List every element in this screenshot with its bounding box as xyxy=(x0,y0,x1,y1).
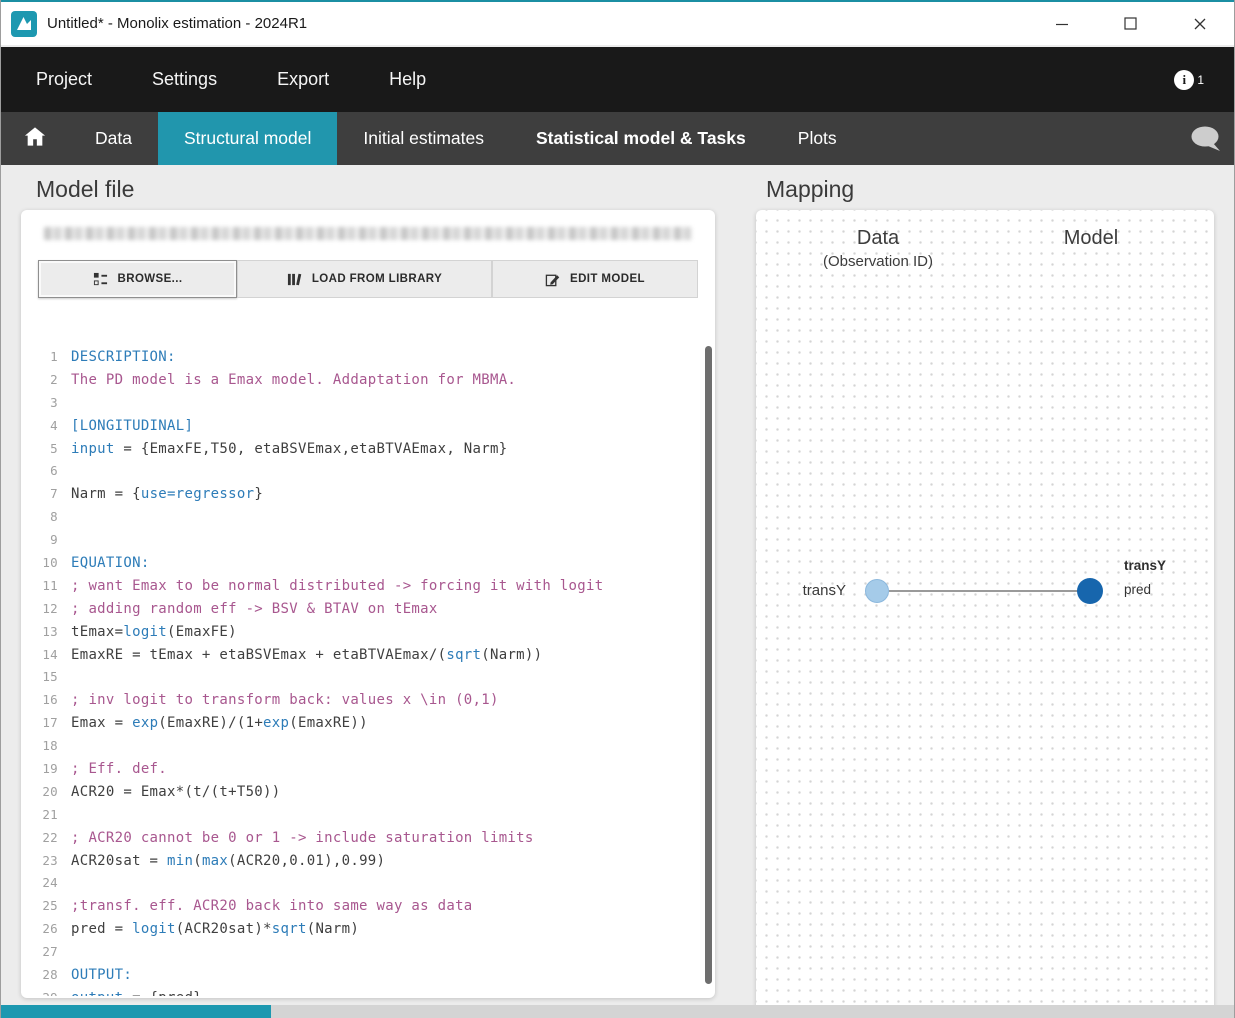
close-button[interactable] xyxy=(1165,2,1234,45)
code-line: 10EQUATION: xyxy=(21,552,715,575)
code-line: 19; Eff. def. xyxy=(21,758,715,781)
code-editor[interactable]: 1DESCRIPTION:2The PD model is a Emax mod… xyxy=(21,342,715,996)
tab-data[interactable]: Data xyxy=(69,112,158,165)
code-line: 24 xyxy=(21,872,715,895)
model-file-path-redacted xyxy=(44,227,692,240)
mapping-model-name: transY xyxy=(1124,558,1166,573)
main-content: Model file BROWSE... LOAD FROM LIBRARY xyxy=(1,165,1234,1005)
tab-structural-model[interactable]: Structural model xyxy=(158,112,337,165)
mapping-model-column-header: Model xyxy=(1026,227,1156,250)
model-file-heading: Model file xyxy=(36,176,134,203)
code-line: 29output = {pred} xyxy=(21,987,715,996)
load-from-library-button[interactable]: LOAD FROM LIBRARY xyxy=(237,260,492,298)
mapping-data-node[interactable] xyxy=(865,579,889,603)
mapping-model-labels: transY pred xyxy=(1124,558,1166,597)
tab-home[interactable] xyxy=(1,112,69,165)
code-line: 21 xyxy=(21,804,715,827)
mapping-model-output: pred xyxy=(1124,582,1166,597)
code-line: 11; want Emax to be normal distributed -… xyxy=(21,575,715,598)
menu-project[interactable]: Project xyxy=(6,47,122,112)
info-icon[interactable]: i xyxy=(1174,70,1194,90)
code-line: 6 xyxy=(21,460,715,483)
mapping-data-label: transY xyxy=(756,582,846,599)
menu-help[interactable]: Help xyxy=(359,47,456,112)
code-line: 7Narm = {use=regressor} xyxy=(21,483,715,506)
code-line: 28OUTPUT: xyxy=(21,964,715,987)
code-line: 9 xyxy=(21,529,715,552)
title-bar: Untitled* - Monolix estimation - 2024R1 xyxy=(1,0,1234,45)
mapping-card: Data (Observation ID) Model transY trans… xyxy=(756,210,1214,1018)
code-line: 26pred = logit(ACR20sat)*sqrt(Narm) xyxy=(21,918,715,941)
minimize-button[interactable] xyxy=(1027,2,1096,45)
code-line: 16; inv logit to transform back: values … xyxy=(21,689,715,712)
menu-settings[interactable]: Settings xyxy=(122,47,247,112)
window-controls xyxy=(1027,2,1234,45)
code-line: 23ACR20sat = min(max(ACR20,0.01),0.99) xyxy=(21,850,715,873)
edit-model-button[interactable]: EDIT MODEL xyxy=(492,260,698,298)
model-file-actions: BROWSE... LOAD FROM LIBRARY EDIT MODEL xyxy=(38,260,698,298)
code-line: 2The PD model is a Emax model. Addaptati… xyxy=(21,369,715,392)
window-title: Untitled* - Monolix estimation - 2024R1 xyxy=(47,15,307,32)
code-line: 18 xyxy=(21,735,715,758)
tab-bar: Data Structural model Initial estimates … xyxy=(1,112,1234,165)
notification-area: i 1 xyxy=(1174,70,1204,90)
mapping-connection-line xyxy=(889,590,1078,592)
code-lines: 1DESCRIPTION:2The PD model is a Emax mod… xyxy=(21,346,715,996)
tab-statistical-model-tasks[interactable]: Statistical model & Tasks xyxy=(510,112,772,165)
menu-bar: Project Settings Export Help i 1 xyxy=(1,47,1234,112)
monolix-window: Untitled* - Monolix estimation - 2024R1 … xyxy=(0,0,1235,1018)
code-line: 1DESCRIPTION: xyxy=(21,346,715,369)
code-line: 8 xyxy=(21,506,715,529)
tab-initial-estimates[interactable]: Initial estimates xyxy=(337,112,510,165)
mapping-data-subheader: (Observation ID) xyxy=(756,253,1000,270)
notification-count: 1 xyxy=(1197,73,1204,87)
edit-model-button-label: EDIT MODEL xyxy=(570,273,645,285)
load-from-library-button-label: LOAD FROM LIBRARY xyxy=(312,273,442,285)
maximize-button[interactable] xyxy=(1096,2,1165,45)
code-line: 14EmaxRE = tEmax + etaBSVEmax + etaBTVAE… xyxy=(21,644,715,667)
mapping-heading: Mapping xyxy=(766,176,854,203)
code-line: 22; ACR20 cannot be 0 or 1 -> include sa… xyxy=(21,827,715,850)
browse-button[interactable]: BROWSE... xyxy=(38,260,237,298)
edit-pencil-icon xyxy=(545,272,560,287)
code-line: 25;transf. eff. ACR20 back into same way… xyxy=(21,895,715,918)
code-line: 13tEmax=logit(EmaxFE) xyxy=(21,621,715,644)
monolix-logo-icon xyxy=(11,11,37,37)
browse-tree-icon xyxy=(93,272,108,287)
model-file-card: BROWSE... LOAD FROM LIBRARY EDIT MODEL 1… xyxy=(21,210,715,998)
code-line: 20ACR20 = Emax*(t/(t+T50)) xyxy=(21,781,715,804)
code-line: 5input = {EmaxFE,T50, etaBSVEmax,etaBTVA… xyxy=(21,438,715,461)
code-line: 17Emax = exp(EmaxRE)/(1+exp(EmaxRE)) xyxy=(21,712,715,735)
status-progress-bar xyxy=(1,1005,271,1018)
code-line: 27 xyxy=(21,941,715,964)
code-line: 4[LONGITUDINAL] xyxy=(21,415,715,438)
editor-scrollbar[interactable] xyxy=(705,346,712,984)
tab-plots[interactable]: Plots xyxy=(772,112,863,165)
library-books-icon xyxy=(287,272,302,287)
code-line: 15 xyxy=(21,666,715,689)
feedback-bubble-icon[interactable] xyxy=(1190,125,1222,152)
browse-button-label: BROWSE... xyxy=(118,273,183,285)
tab-bar-right xyxy=(1190,112,1234,165)
mapping-data-column-header: Data (Observation ID) xyxy=(756,227,1000,270)
mapping-model-node[interactable] xyxy=(1077,578,1103,604)
mapping-data-header-label: Data xyxy=(756,227,1000,250)
status-bar xyxy=(1,1005,1234,1018)
code-line: 12; adding random eff -> BSV & BTAV on t… xyxy=(21,598,715,621)
home-icon xyxy=(24,126,46,152)
menu-export[interactable]: Export xyxy=(247,47,359,112)
code-line: 3 xyxy=(21,392,715,415)
